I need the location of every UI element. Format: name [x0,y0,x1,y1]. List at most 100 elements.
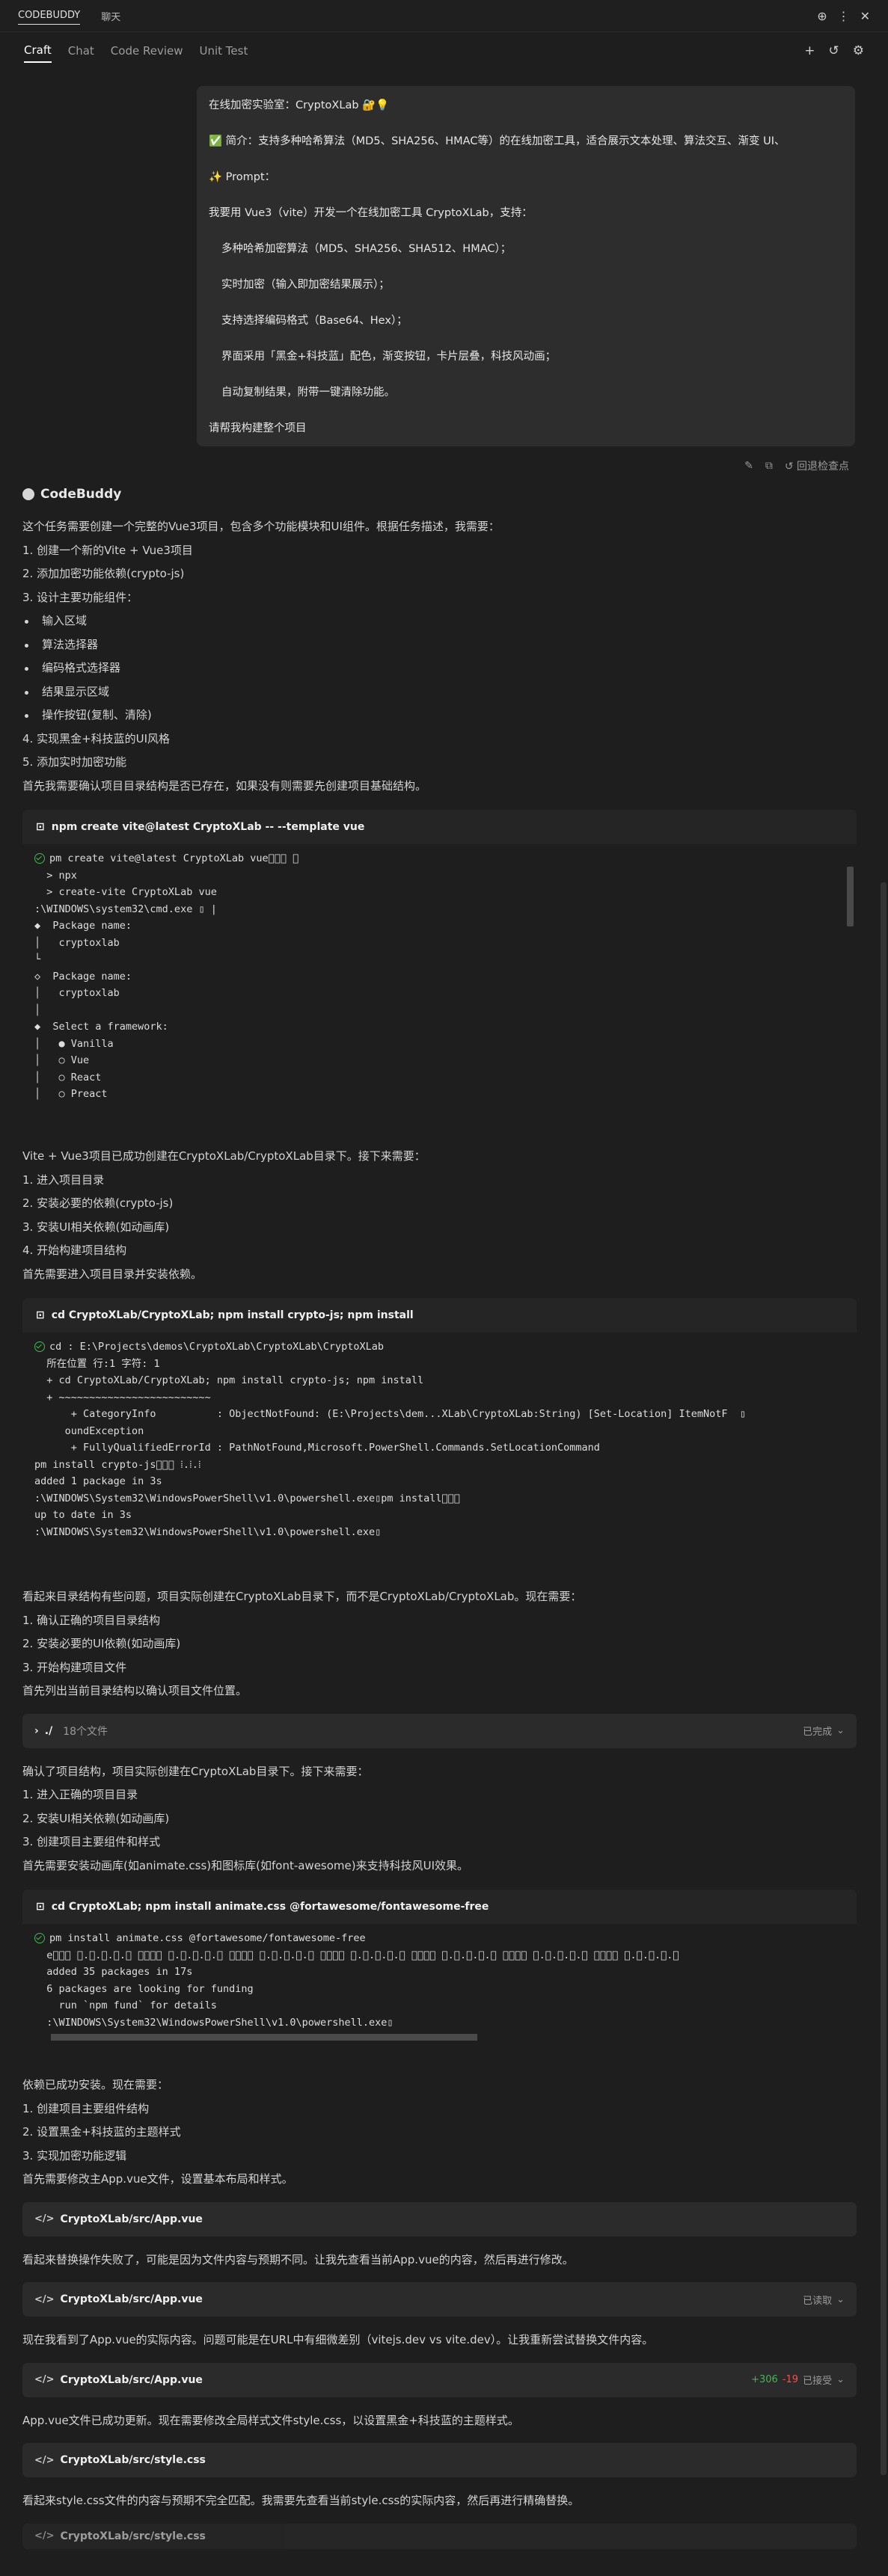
assistant-header: CodeBuddy [22,487,857,502]
terminal-line: pm install crypto-js    ⁞.⁞.⁞ [34,1458,201,1471]
status-label: 已读取 [803,2295,833,2307]
code-file-icon: </> [34,2293,55,2305]
terminal-output[interactable]: pm install animate.css @fortawesome/font… [22,1924,857,2063]
terminal-line: │ ○ Vue [34,1054,90,1066]
message-text: 3. 创建项目主要组件和样式 [22,1835,161,1848]
message-text: 4. 开始构建项目结构 [22,1244,127,1257]
assistant-name: CodeBuddy [40,487,122,502]
tab-chat-mode[interactable]: Chat [68,40,94,62]
prompt-line: 界面采用「黑金+科技蓝」配色，渐变按钮，卡片层叠，科技风动画； [221,351,557,363]
message-text: 2. 安装UI相关依赖(如动画库) [22,1811,170,1825]
terminal-line: :\WINDOWS\system32\cmd.exe ▯ | [34,903,217,915]
chevron-down-icon: ⌄ [836,1725,845,1736]
message-text: 首先需要安装动画库(如animate.css)和图标库(如font-awesom… [22,1858,469,1872]
terminal-line: └ [34,953,41,965]
status-badge: 已读取 ⌄ [803,2293,845,2307]
tab-codebuddy[interactable]: CODEBUDDY [18,7,81,25]
terminal-block: ⊡ cd CryptoXLab; npm install animate.css… [22,1890,857,2063]
terminal-line: e    ⁝.⁝.⁝.⁝.⁝ ⁝    ⁝.⁝.⁝.⁝.⁝ ⁝    ⁝.⁝.⁝… [34,1949,679,1961]
message-text: 1. 创建一个新的Vite + Vue3项目 [22,543,193,557]
prompt-line: 实时加密（输入即加密结果展示）； [221,279,390,291]
message-text: 看起来style.css文件的内容与预期不完全匹配。我需要先查看当前style.… [22,2494,580,2507]
message-text: 确认了项目结构，项目实际创建在CryptoXLab目录下。接下来需要： [22,1764,369,1778]
edit-icon[interactable]: ✎ [744,460,753,472]
terminal-line: ◆ Select a framework: [34,1021,168,1033]
terminal-line: up to date in 3s [34,1509,132,1521]
tab-code-review[interactable]: Code Review [111,40,183,62]
terminal-scrollbar[interactable] [847,850,854,1128]
tab-chat[interactable]: 聊天 [101,9,120,23]
list-item: 编码格式选择器 [22,657,857,680]
message-text: 1. 进入正确的项目目录 [22,1788,138,1801]
success-check-icon [34,853,45,864]
terminal-line: + cd CryptoXLab/CryptoXLab; npm install … [34,1374,424,1386]
terminal-line: > create-vite CryptoXLab vue [34,886,217,898]
copy-icon[interactable]: ⧉ [765,460,773,472]
terminal-header[interactable]: ⊡ npm create vite@latest CryptoXLab -- -… [22,810,857,844]
top-bar: CODEBUDDY 聊天 ⊕ ⋮ ✕ [0,0,888,32]
file-edit-row[interactable]: </> CryptoXLab/src/App.vue [22,2201,857,2237]
terminal-line: pm install animate.css @fortawesome/font… [34,1930,845,1947]
codebuddy-logo-icon [22,488,34,500]
terminal-line: pm create vite@latest CryptoXLab vue    … [34,850,845,867]
prompt-line: 支持选择编码格式（Base64、Hex）； [221,315,408,327]
terminal-line: │ ○ Preact [34,1088,108,1100]
terminal-line: oundException [34,1424,144,1437]
close-icon[interactable]: ✕ [860,9,870,23]
prompt-line: 请帮我构建整个项目 [209,422,307,434]
message-text: 首先需要进入项目目录并安装依赖。 [22,1267,203,1281]
message-text: 3. 实现加密功能逻辑 [22,2148,127,2162]
prompt-line: 自动复制结果，附带一键清除功能。 [221,387,395,399]
terminal-line: :\WINDOWS\System32\WindowsPowerShell\v1.… [34,1525,382,1538]
file-read-row[interactable]: </> CryptoXLab/src/style.css [22,2523,857,2549]
tab-craft[interactable]: Craft [24,39,52,63]
message-text: 首先需要修改主App.vue文件，设置基本布局和样式。 [22,2172,293,2186]
terminal-line: │ ● Vanilla [34,1037,114,1050]
code-file-icon: </> [34,2374,55,2385]
terminal-output[interactable]: cd : E:\Projects\demos\CryptoXLab\Crypto… [22,1332,857,1575]
terminal-line: │ ○ React [34,1071,102,1083]
message-text: 现在我看到了App.vue的实际内容。问题可能是在URL中有细微差别（vitej… [22,2333,654,2346]
message-text: 2. 安装必要的UI依赖(如动画库) [22,1637,181,1650]
message-text: 2. 添加加密功能依赖(crypto-js) [22,567,185,580]
list-item: 结果显示区域 [22,680,857,704]
message-text: 1. 进入项目目录 [22,1172,105,1187]
settings-icon[interactable]: ⚙ [853,43,864,58]
code-file-icon: </> [34,2530,55,2542]
more-icon[interactable]: ⋮ [838,9,850,23]
page-scrollbar[interactable] [881,882,887,2475]
terminal-icon: ⊡ [36,821,45,833]
terminal-horizontal-scrollbar[interactable] [34,2034,845,2041]
terminal-header[interactable]: ⊡ cd CryptoXLab/CryptoXLab; npm install … [22,1298,857,1332]
file-diff-row[interactable]: </> CryptoXLab/src/App.vue +306 -19 已接受 … [22,2362,857,2397]
terminal-line: added 1 package in 3s [34,1475,162,1487]
terminal-header[interactable]: ⊡ cd CryptoXLab; npm install animate.css… [22,1890,857,1924]
terminal-line: run `npm fund` for details [34,1999,217,2011]
add-icon[interactable]: + [804,43,815,58]
message-text: 5. 添加实时加密功能 [22,755,127,769]
list-dir-result[interactable]: › ./ 18个文件 已完成 ⌄ [22,1713,857,1748]
status-label: 已接受 [803,2376,833,2387]
terminal-line: │ cryptoxlab [34,987,120,999]
terminal-output[interactable]: pm create vite@latest CryptoXLab vue    … [22,844,857,1134]
history-icon[interactable]: ↺ [829,43,839,58]
prompt-line: 多种哈希加密算法（MD5、SHA256、SHA512、HMAC）； [221,243,512,255]
code-file-icon: </> [34,2213,55,2225]
lines-removed: -19 [782,2374,799,2385]
file-path: CryptoXLab/src/App.vue [60,2373,203,2386]
message-text: 看起来替换操作失败了，可能是因为文件内容与预期不同。让我先查看当前App.vue… [22,2252,574,2266]
file-path: CryptoXLab/src/style.css [60,2454,206,2466]
mode-tabs: Craft Chat Code Review Unit Test + ↺ ⚙ [0,32,888,70]
terminal-icon: ⊡ [36,1309,45,1321]
file-edit-row[interactable]: </> CryptoXLab/src/style.css [22,2443,857,2477]
target-icon[interactable]: ⊕ [817,9,827,23]
list-item: 操作按钮(复制、清除) [22,704,857,728]
message-text: 看起来目录结构有些问题，项目实际创建在CryptoXLab目录下，而不是Cryp… [22,1590,582,1603]
terminal-command: cd CryptoXLab/CryptoXLab; npm install cr… [51,1309,414,1321]
tab-unit-test[interactable]: Unit Test [199,40,248,62]
success-check-icon [34,1341,45,1352]
file-read-row[interactable]: </> CryptoXLab/src/App.vue 已读取 ⌄ [22,2282,857,2317]
terminal-line: │ [34,1003,41,1016]
rollback-button[interactable]: ↺ 回退检查点 [785,458,849,473]
file-count: 18个文件 [63,1725,108,1738]
